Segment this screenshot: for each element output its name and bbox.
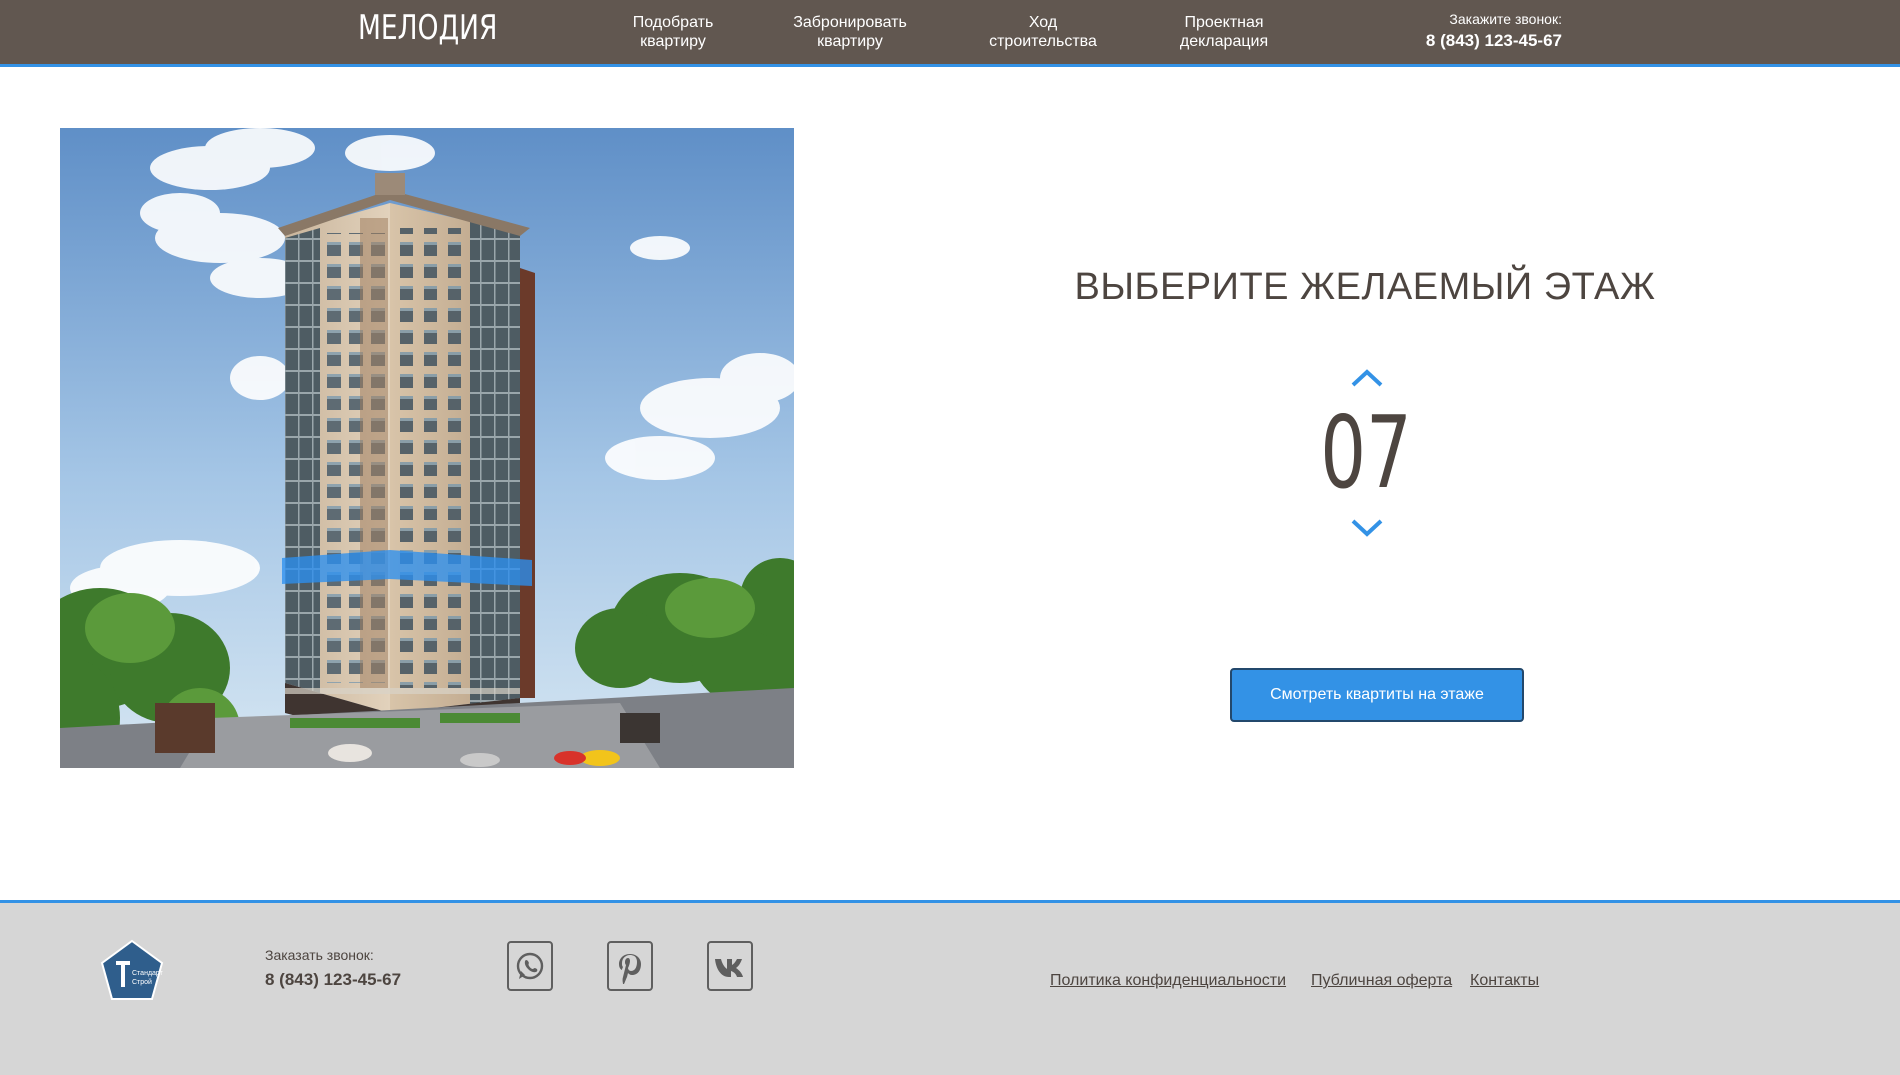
privacy-policy-link[interactable]: Политика конфиденциальности [1050,972,1286,990]
contacts-link[interactable]: Контакты [1470,972,1539,990]
building-image[interactable] [60,128,794,768]
site-footer: Стандарт Строй Заказать звонок: 8 (843) … [0,900,1900,1075]
floor-picker-title: ВЫБЕРИТЕ ЖЕЛАЕМЫЙ ЭТАЖ [1074,266,1656,308]
svg-text:Строй: Строй [132,978,152,986]
callback-label: Закажите звонок: [1449,11,1562,27]
site-header: МЕЛОДИЯ Подобрать квартиру Забронировать… [0,0,1900,67]
nav-label-line1: Забронировать [793,14,907,31]
vk-icon[interactable] [707,941,753,991]
callback-phone[interactable]: 8 (843) 123-45-67 [1400,31,1562,51]
public-offer-link[interactable]: Публичная оферта [1311,972,1452,990]
svg-text:Стандарт: Стандарт [132,970,164,977]
footer-callback-phone[interactable]: 8 (843) 123-45-67 [265,970,401,990]
nav-label-line2: квартиру [640,33,706,50]
floor-up-arrow-icon[interactable] [1350,368,1384,388]
nav-choose-apartment[interactable]: Подобрать квартиру [618,13,728,51]
nav-label-line2: декларация [1179,33,1269,50]
footer-callback-label: Заказать звонок: [265,947,374,963]
floor-down-arrow-icon[interactable] [1350,518,1384,538]
nav-book-apartment[interactable]: Забронировать квартиру [782,13,918,51]
nav-label-line1: Проектная [1184,14,1264,31]
nav-label-line2: квартиру [817,33,883,50]
site-logo[interactable]: МЕЛОДИЯ [358,8,497,48]
nav-project-declaration[interactable]: Проектная декларация [1168,13,1280,51]
pinterest-icon[interactable] [607,941,653,991]
floor-number: 07 [1320,394,1412,511]
nav-label-line2: строительства [989,33,1097,50]
whatsapp-icon[interactable] [507,941,553,991]
nav-construction-progress[interactable]: Ход строительства [978,13,1108,51]
company-logo[interactable]: Стандарт Строй [100,939,164,1003]
view-apartments-button[interactable]: Смотреть квартиты на этаже [1230,668,1524,722]
nav-label-line1: Ход [1028,14,1058,31]
nav-label-line1: Подобрать [632,14,714,31]
